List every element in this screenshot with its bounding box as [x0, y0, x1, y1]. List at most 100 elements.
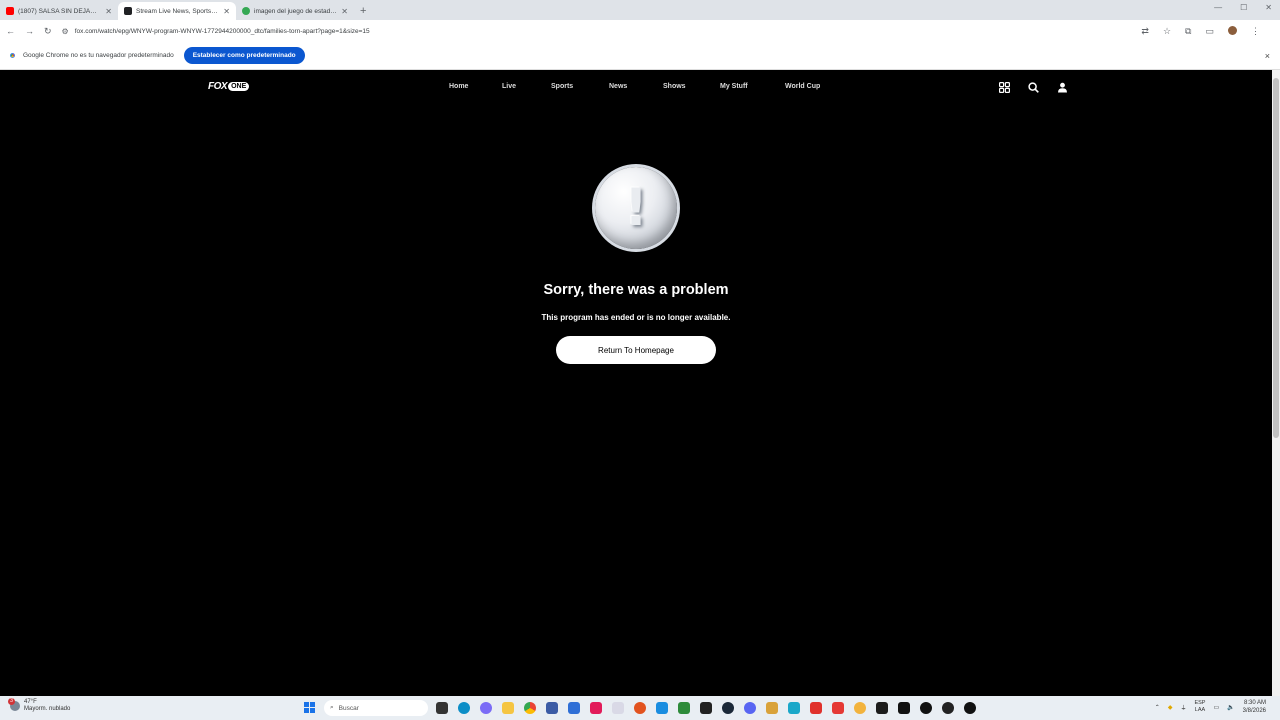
logo-fox: FOX	[208, 81, 228, 92]
obs-icon[interactable]	[920, 702, 932, 714]
exclamation-glyph: !	[624, 178, 648, 238]
exclamation-icon: !	[595, 167, 677, 249]
weather-widget[interactable]: 3 47°F Mayorm. nublado	[8, 698, 71, 713]
site-info-icon[interactable]: ⚙	[62, 27, 69, 36]
profile-avatar[interactable]	[1228, 25, 1237, 35]
language-indicator[interactable]: ESP LAA	[1194, 700, 1205, 714]
nav-news[interactable]: News	[609, 83, 663, 90]
mail-icon[interactable]	[568, 702, 580, 714]
taskbar-search[interactable]: ⌕ Buscar	[324, 700, 428, 716]
bookmark-star-icon[interactable]: ☆	[1163, 26, 1171, 37]
file-explorer-icon[interactable]	[502, 702, 514, 714]
nav-world-cup[interactable]: World Cup	[785, 83, 820, 90]
volume-icon[interactable]: 🔈	[1227, 704, 1234, 711]
brave-icon[interactable]	[634, 702, 646, 714]
search-icon: ⌕	[330, 704, 334, 711]
cloud-icon: 3	[8, 698, 20, 711]
new-tab-button[interactable]: +	[360, 5, 366, 17]
clock-date: 3/8/2026	[1242, 708, 1266, 714]
extensions-icon[interactable]: ⧉	[1185, 26, 1191, 37]
browser-tab-fox[interactable]: Stream Live News, Sports, and ✕	[118, 2, 236, 20]
browser-tab-youtube[interactable]: (1807) SALSA SIN DEJARLA CAL ✕	[0, 2, 118, 20]
youtube-favicon-icon	[6, 7, 14, 15]
search-icon[interactable]	[1027, 81, 1039, 93]
weather-temp: 47°F	[24, 699, 37, 705]
forward-icon[interactable]: →	[25, 26, 34, 36]
chevron-up-icon[interactable]: ⌃	[1155, 704, 1160, 711]
back-icon[interactable]: ←	[6, 26, 15, 36]
discord-icon[interactable]	[744, 702, 756, 714]
steam-icon[interactable]	[722, 702, 734, 714]
weather-desc: Mayorm. nublado	[24, 706, 71, 712]
search-favicon-icon	[242, 7, 250, 15]
ea-icon[interactable]	[832, 702, 844, 714]
task-view-icon[interactable]	[436, 702, 448, 714]
close-tab-icon[interactable]: ✕	[223, 7, 230, 16]
xbox-icon[interactable]	[678, 702, 690, 714]
toolbar-actions: ⇄ ☆ ⧉ ▭ ⋮	[1141, 25, 1260, 37]
reload-icon[interactable]: ↻	[44, 26, 52, 37]
tray-app-icon[interactable]: ◆	[1168, 704, 1173, 711]
anydesk-icon[interactable]	[810, 702, 822, 714]
maximize-icon[interactable]: ☐	[1240, 3, 1247, 12]
return-to-homepage-button[interactable]: Return To Homepage	[556, 336, 716, 364]
folder-icon[interactable]	[766, 702, 778, 714]
media-icon[interactable]	[942, 702, 954, 714]
page-scrollbar[interactable]	[1272, 70, 1280, 696]
chrome-taskbar-icon[interactable]	[524, 702, 536, 714]
minimize-icon[interactable]: —	[1214, 3, 1222, 12]
edge-icon[interactable]	[458, 702, 470, 714]
address-bar[interactable]: ⚙ fox.com/watch/epg/WNYW-program-WNYW-17…	[61, 23, 1132, 39]
browser-tab-search[interactable]: imagen del juego de estados u ✕	[236, 2, 354, 20]
close-infobar-icon[interactable]: ×	[1265, 51, 1270, 61]
app-icon[interactable]	[788, 702, 800, 714]
rockstar-icon[interactable]	[964, 702, 976, 714]
calculator-icon[interactable]	[546, 702, 558, 714]
taskbar-apps	[436, 702, 976, 714]
start-button[interactable]	[304, 702, 315, 713]
itunes-icon[interactable]	[612, 702, 624, 714]
clock[interactable]: 8:30 AM 3/8/2026	[1243, 699, 1266, 715]
store-icon[interactable]	[656, 702, 668, 714]
nav-home[interactable]: Home	[449, 83, 502, 90]
lang-bottom: LAA	[1194, 707, 1206, 713]
copilot-icon[interactable]	[480, 702, 492, 714]
capcut-icon[interactable]	[898, 702, 910, 714]
close-tab-icon[interactable]: ✕	[105, 7, 112, 16]
taskbar-search-placeholder: Buscar	[338, 704, 359, 712]
fox-one-logo[interactable]: FOX ONE	[208, 81, 250, 92]
nav-sports[interactable]: Sports	[551, 83, 609, 90]
nav-my-stuff[interactable]: My Stuff	[720, 83, 785, 90]
window-controls: — ☐ ✕	[1214, 3, 1272, 12]
nav-shows[interactable]: Shows	[663, 83, 720, 90]
default-browser-infobar: Google Chrome no es tu navegador predete…	[0, 42, 1280, 70]
system-tray: ⌃ ◆ ⏚ ESP LAA ▭ 🔈 8:30 AM 3/8/2026	[1155, 699, 1266, 715]
side-panel-icon[interactable]: ▭	[1205, 26, 1214, 37]
logo-one: ONE	[228, 82, 250, 91]
pencil-icon[interactable]	[854, 702, 866, 714]
tab-title: Stream Live News, Sports, and	[136, 7, 220, 15]
network-icon[interactable]: ▭	[1213, 704, 1219, 711]
main-nav: Home Live Sports News Shows My Stuff Wor…	[449, 83, 820, 90]
translate-icon[interactable]: ⇄	[1141, 26, 1149, 37]
tab-title: (1807) SALSA SIN DEJARLA CAL	[18, 7, 102, 15]
clock-time: 8:30 AM	[1243, 700, 1266, 706]
grid-icon[interactable]	[998, 81, 1010, 93]
close-window-icon[interactable]: ✕	[1265, 3, 1272, 12]
fox-favicon-icon	[124, 7, 132, 15]
menu-icon[interactable]: ⋮	[1251, 26, 1260, 37]
epic-icon[interactable]	[700, 702, 712, 714]
tiktok-icon[interactable]	[590, 702, 602, 714]
nav-live[interactable]: Live	[502, 83, 551, 90]
chrome-icon	[8, 51, 17, 60]
close-tab-icon[interactable]: ✕	[341, 7, 348, 16]
infobar-message: Google Chrome no es tu navegador predete…	[23, 52, 174, 59]
riot-icon[interactable]	[876, 702, 888, 714]
browser-toolbar: ← → ↻ ⚙ fox.com/watch/epg/WNYW-program-W…	[0, 20, 1280, 42]
set-default-button[interactable]: Establecer como predeterminado	[183, 47, 305, 64]
scrollbar-thumb[interactable]	[1273, 78, 1279, 438]
usb-icon[interactable]: ⏚	[1180, 703, 1186, 712]
profile-icon[interactable]	[1056, 81, 1068, 93]
tab-title: imagen del juego de estados u	[254, 7, 338, 15]
windows-taskbar: 3 47°F Mayorm. nublado ⌕ Buscar ⌃ ◆ ⏚ ES…	[0, 696, 1280, 720]
